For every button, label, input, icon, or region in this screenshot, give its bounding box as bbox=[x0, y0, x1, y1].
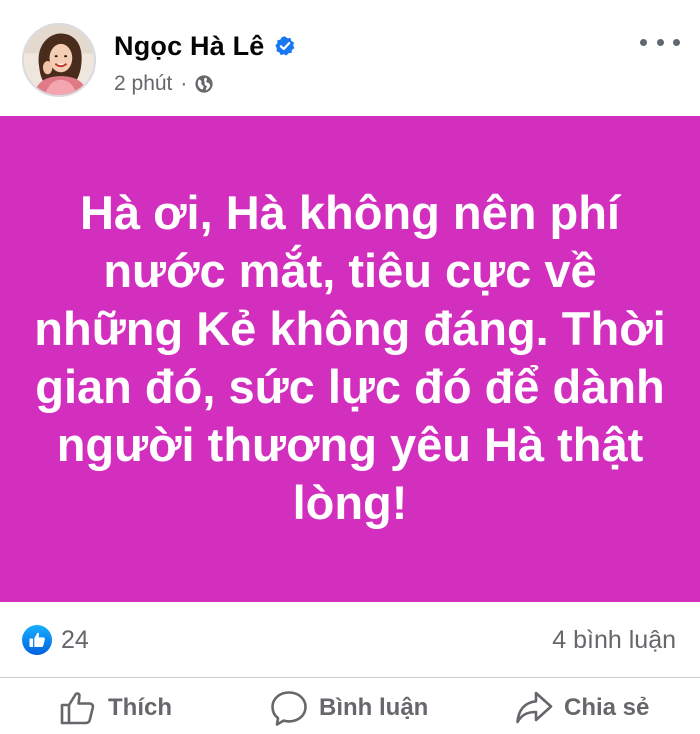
like-count[interactable]: 24 bbox=[61, 625, 89, 655]
like-button[interactable]: Thích bbox=[58, 688, 172, 728]
verified-badge-icon bbox=[274, 35, 296, 57]
like-reaction-icon[interactable] bbox=[22, 625, 52, 655]
more-dot bbox=[673, 38, 680, 46]
action-bar: Thích Bình luận Chia sẻ bbox=[0, 678, 700, 734]
comment-button-label: Bình luận bbox=[319, 694, 429, 721]
post-meta: 2 phút · bbox=[114, 70, 214, 98]
more-dot bbox=[656, 38, 664, 46]
post-text: Hà ơi, Hà không nên phí nước mắt, tiêu c… bbox=[34, 186, 666, 529]
author-name[interactable]: Ngọc Hà Lê bbox=[114, 31, 265, 62]
author-name-row: Ngọc Hà Lê bbox=[114, 28, 296, 64]
author-avatar[interactable] bbox=[22, 23, 96, 97]
thumbs-up-icon bbox=[58, 688, 98, 728]
post-timestamp[interactable]: 2 phút bbox=[114, 72, 172, 96]
comment-icon bbox=[269, 688, 309, 728]
meta-separator: · bbox=[180, 72, 188, 95]
share-icon bbox=[514, 688, 554, 728]
comment-button[interactable]: Bình luận bbox=[269, 688, 428, 728]
more-dot bbox=[640, 38, 647, 46]
share-button-label: Chia sẻ bbox=[564, 694, 650, 721]
avatar-image bbox=[24, 25, 94, 95]
comment-count[interactable]: 4 bình luận bbox=[552, 625, 676, 655]
more-options-icon[interactable] bbox=[640, 30, 680, 54]
share-button[interactable]: Chia sẻ bbox=[514, 688, 649, 728]
post-header: Ngọc Hà Lê 2 phút · bbox=[0, 0, 700, 116]
post-background: Hà ơi, Hà không nên phí nước mắt, tiêu c… bbox=[0, 116, 700, 602]
like-button-label: Thích bbox=[108, 694, 172, 721]
globe-icon[interactable] bbox=[194, 74, 214, 94]
reactions-summary: 24 4 bình luận bbox=[0, 602, 700, 678]
